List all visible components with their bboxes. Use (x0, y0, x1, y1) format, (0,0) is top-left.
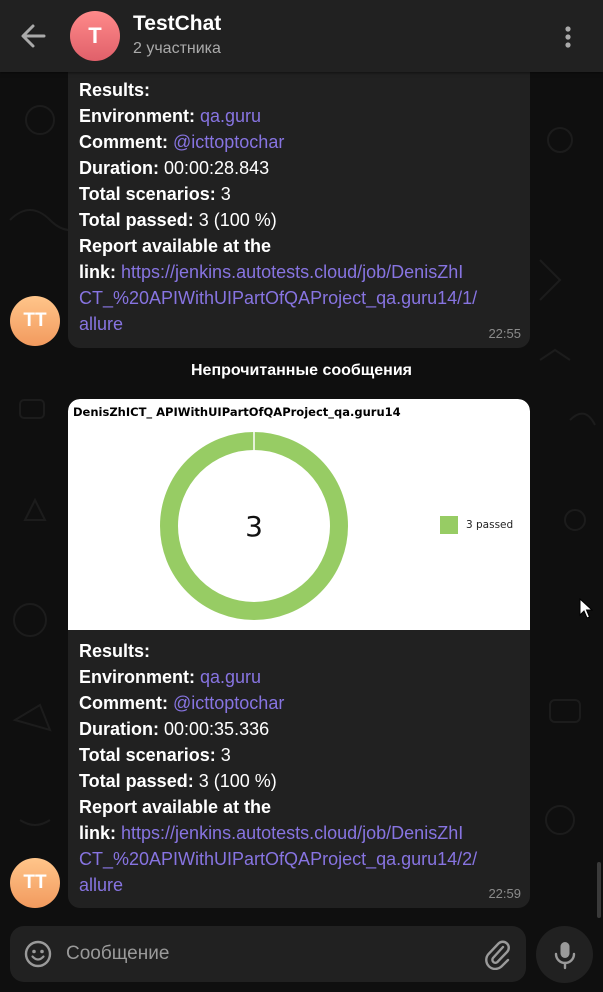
mouse-cursor-icon (579, 598, 593, 619)
message-line: Total passed: 3 (100 %) (79, 207, 477, 233)
message-line: Comment: @icttoptochar (79, 690, 477, 716)
sender-initials: TT (23, 310, 47, 331)
message-composer (10, 926, 526, 982)
sender-avatar[interactable]: TT (10, 858, 60, 908)
message-line: Environment: qa.guru (79, 664, 477, 690)
message-link[interactable]: CT_%20APIWithUIPartOfQAProject_qa.guru14… (79, 849, 477, 869)
message-line: link: https://jenkins.autotests.cloud/jo… (79, 259, 477, 285)
message-line: Total scenarios: 3 (79, 742, 477, 768)
message-line: allure (79, 311, 477, 337)
field-label: Report available at the (79, 236, 272, 256)
field-label: Total scenarios: (79, 745, 221, 765)
field-label: Results: (79, 80, 151, 100)
message-link[interactable]: allure (79, 314, 123, 334)
message-link[interactable]: https://jenkins.autotests.cloud/job/Deni… (121, 262, 463, 282)
report-chart-image[interactable]: DenisZhICT_ APIWithUIPartOfQAProject_qa.… (68, 399, 530, 630)
message-link[interactable]: @icttoptochar (173, 693, 284, 713)
message-line: CT_%20APIWithUIPartOfQAProject_qa.guru14… (79, 285, 477, 311)
field-label: Comment: (79, 132, 173, 152)
field-label: Total scenarios: (79, 184, 221, 204)
back-button[interactable] (16, 20, 52, 52)
field-label: Environment: (79, 106, 201, 126)
message-bubble[interactable]: DenisZhICT_ APIWithUIPartOfQAProject_qa.… (68, 399, 530, 908)
message-line: Duration: 00:00:35.336 (79, 716, 477, 742)
legend-label: 3 passed (466, 519, 514, 531)
message-line: allure (79, 872, 477, 898)
message-text: Results: Environment: qa.guru Comment: @ic… (79, 638, 477, 898)
message-link[interactable]: @icttoptochar (173, 132, 284, 152)
field-value: 3 (220, 745, 231, 765)
field-label: Duration: (79, 719, 164, 739)
field-label: link: (79, 262, 122, 282)
donut-center-label: 3 (245, 510, 263, 543)
message-text: Results: Environment: qa.guru Comment: @ic… (79, 77, 477, 337)
field-label: Results: (79, 641, 151, 661)
voice-record-button[interactable] (536, 926, 593, 983)
field-label: Duration: (79, 158, 164, 178)
message-link[interactable]: https://jenkins.autotests.cloud/job/Deni… (121, 823, 463, 843)
field-label: link: (79, 823, 122, 843)
message-link[interactable]: qa.guru (200, 106, 261, 126)
more-options-button[interactable] (556, 22, 580, 52)
field-label: Total passed: (79, 210, 199, 230)
message-line: Report available at the (79, 233, 477, 259)
legend-swatch (440, 516, 458, 534)
field-value: 3 (100 %) (198, 210, 277, 230)
message-line: Environment: qa.guru (79, 103, 477, 129)
smile-icon (24, 940, 52, 968)
message-line: Total scenarios: 3 (79, 181, 477, 207)
field-label: Report available at the (79, 797, 272, 817)
attach-button[interactable] (482, 938, 512, 971)
paperclip-icon (485, 940, 510, 971)
message-line: Results: (79, 77, 477, 103)
chat-title[interactable]: TestChat (133, 12, 221, 36)
message-bubble[interactable]: Results: Environment: qa.guru Comment: @ic… (68, 60, 530, 348)
message-input[interactable] (66, 938, 466, 970)
message-line: Report available at the (79, 794, 477, 820)
sender-initials: TT (23, 872, 47, 893)
message-link[interactable]: qa.guru (200, 667, 261, 687)
field-label: Environment: (79, 667, 201, 687)
field-value: 00:00:35.336 (164, 719, 270, 739)
arrow-left-icon (21, 24, 46, 48)
field-label: Comment: (79, 693, 173, 713)
chat-member-count: 2 участника (133, 40, 221, 57)
unread-messages-divider: Непрочитанные сообщения (190, 362, 413, 379)
field-value: 3 (100 %) (198, 771, 277, 791)
field-value: 3 (220, 184, 231, 204)
chat-avatar-letter: T (88, 23, 102, 48)
sender-avatar[interactable]: TT (10, 296, 60, 346)
message-link[interactable]: CT_%20APIWithUIPartOfQAProject_qa.guru14… (79, 288, 477, 308)
scrollbar-thumb[interactable] (597, 862, 601, 918)
message-line: CT_%20APIWithUIPartOfQAProject_qa.guru14… (79, 846, 477, 872)
microphone-icon (554, 941, 575, 969)
chat-avatar[interactable]: T (70, 11, 120, 61)
emoji-button[interactable] (23, 939, 53, 969)
message-time: 22:59 (488, 886, 521, 901)
message-line: link: https://jenkins.autotests.cloud/jo… (79, 820, 477, 846)
message-line: Duration: 00:00:28.843 (79, 155, 477, 181)
message-time: 22:55 (488, 326, 521, 341)
field-label: Total passed: (79, 771, 199, 791)
message-line: Total passed: 3 (100 %) (79, 768, 477, 794)
chat-header: T TestChat 2 участника (0, 0, 603, 72)
message-link[interactable]: allure (79, 875, 123, 895)
field-value: 00:00:28.843 (164, 158, 270, 178)
more-vertical-icon (565, 26, 571, 48)
message-line: Results: (79, 638, 477, 664)
message-line: Comment: @icttoptochar (79, 129, 477, 155)
donut-chart: 3 (160, 432, 348, 620)
